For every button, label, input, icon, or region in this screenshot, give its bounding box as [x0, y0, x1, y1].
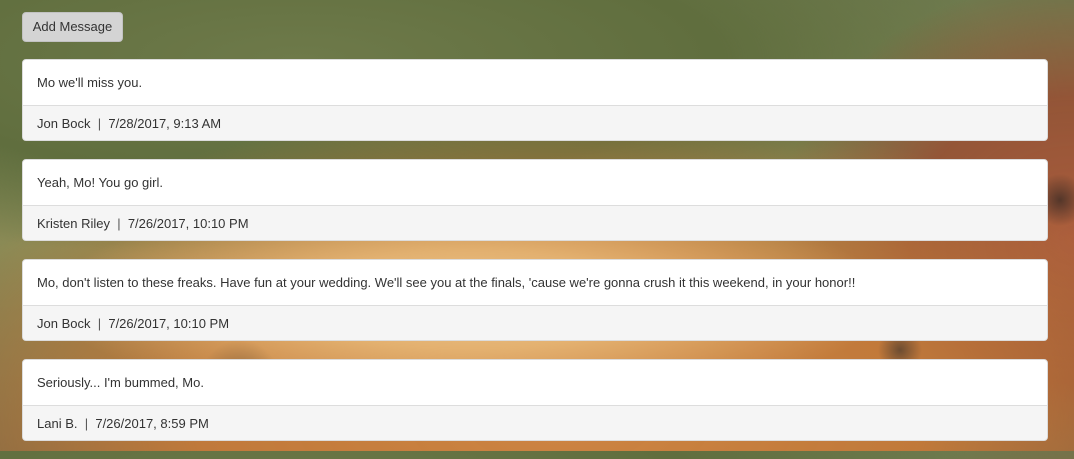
meta-separator: | [94, 316, 105, 331]
meta-separator: | [94, 116, 105, 131]
message-card: Yeah, Mo! You go girl. Kristen Riley | 7… [22, 159, 1048, 241]
message-author: Kristen Riley [37, 216, 110, 231]
message-text: Seriously... I'm bummed, Mo. [23, 360, 1047, 405]
message-meta: Lani B. | 7/26/2017, 8:59 PM [23, 405, 1047, 440]
message-author: Jon Bock [37, 116, 91, 131]
message-text: Mo we'll miss you. [23, 60, 1047, 105]
message-text: Yeah, Mo! You go girl. [23, 160, 1047, 205]
message-author: Lani B. [37, 416, 78, 431]
message-card: Mo, don't listen to these freaks. Have f… [22, 259, 1048, 341]
message-timestamp: 7/26/2017, 8:59 PM [95, 416, 209, 431]
message-text: Mo, don't listen to these freaks. Have f… [23, 260, 1047, 305]
message-list: Mo we'll miss you. Jon Bock | 7/28/2017,… [22, 59, 1048, 459]
add-message-button[interactable]: Add Message [22, 12, 123, 42]
meta-separator: | [81, 416, 92, 431]
message-timestamp: 7/26/2017, 10:10 PM [108, 316, 230, 331]
message-timestamp: 7/28/2017, 9:13 AM [108, 116, 222, 131]
message-meta: Kristen Riley | 7/26/2017, 10:10 PM [23, 205, 1047, 240]
meta-separator: | [113, 216, 125, 231]
message-card: Mo we'll miss you. Jon Bock | 7/28/2017,… [22, 59, 1048, 141]
message-meta: Jon Bock | 7/26/2017, 10:10 PM [23, 305, 1047, 340]
message-author: Jon Bock [37, 316, 91, 331]
message-timestamp: 7/26/2017, 10:10 PM [127, 216, 249, 231]
message-card: Seriously... I'm bummed, Mo. Lani B. | 7… [22, 359, 1048, 441]
message-meta: Jon Bock | 7/28/2017, 9:13 AM [23, 105, 1047, 140]
